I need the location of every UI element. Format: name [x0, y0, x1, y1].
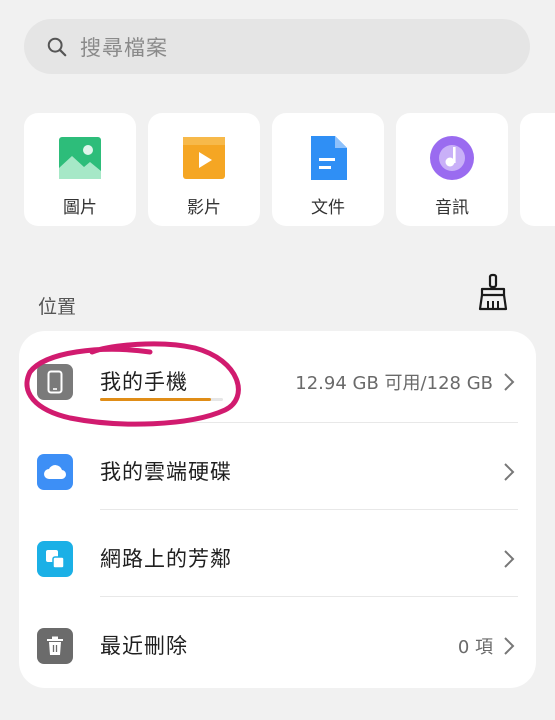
storage-fill	[100, 398, 211, 401]
deleted-count: 0 項	[457, 637, 493, 658]
phone-icon	[37, 364, 73, 400]
storage-bar	[100, 398, 223, 401]
category-audio[interactable]: 音訊	[396, 113, 508, 226]
chevron-right-icon	[504, 637, 515, 655]
storage-value: 12.94 GB 可用/128 GB	[295, 373, 493, 394]
category-label: 影片	[187, 198, 221, 218]
video-icon	[181, 135, 227, 181]
location-recently-deleted[interactable]: 最近刪除 0 項	[19, 595, 536, 683]
search-icon	[47, 37, 67, 56]
cloud-icon	[37, 454, 73, 490]
search-bar[interactable]: 搜尋檔案	[24, 19, 530, 74]
chevron-right-icon	[504, 373, 515, 391]
category-images[interactable]: 圖片	[24, 113, 136, 226]
location-label: 網路上的芳鄰	[100, 547, 232, 571]
trash-icon	[37, 628, 73, 664]
location-my-phone[interactable]: 我的手機 12.94 GB 可用/128 GB	[19, 331, 536, 419]
category-label: 文件	[311, 198, 345, 218]
category-label: 音訊	[435, 198, 469, 218]
category-documents[interactable]: 文件	[272, 113, 384, 226]
chevron-right-icon	[504, 550, 515, 568]
audio-icon	[429, 135, 475, 181]
category-partial[interactable]	[520, 113, 555, 226]
location-label: 我的雲端硬碟	[100, 460, 232, 484]
location-label: 最近刪除	[100, 634, 188, 658]
document-icon	[305, 135, 351, 181]
category-videos[interactable]: 影片	[148, 113, 260, 226]
location-cloud-drive[interactable]: 我的雲端硬碟	[19, 421, 536, 509]
network-icon	[37, 541, 73, 577]
location-network-neighborhood[interactable]: 網路上的芳鄰	[19, 508, 536, 596]
locations-card: 我的手機 12.94 GB 可用/128 GB 我的雲端硬碟 網路上的芳鄰 最近…	[19, 331, 536, 688]
category-label: 圖片	[63, 198, 97, 218]
section-title-locations: 位置	[38, 296, 77, 318]
search-placeholder: 搜尋檔案	[80, 35, 168, 60]
image-icon	[57, 135, 103, 181]
broom-icon[interactable]	[476, 273, 510, 311]
chevron-right-icon	[504, 463, 515, 481]
location-label: 我的手機	[100, 370, 188, 394]
category-row: 圖片 影片 文件 音訊	[24, 113, 555, 226]
